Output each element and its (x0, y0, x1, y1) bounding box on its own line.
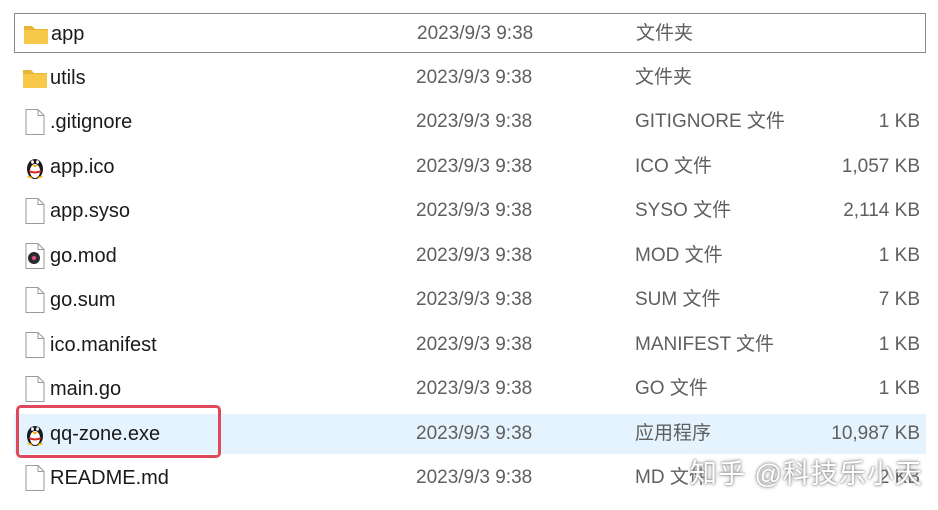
file-name: ico.manifest (50, 333, 157, 356)
file-modified-date: 2023/9/3 9:38 (416, 200, 533, 221)
file-name: app (51, 23, 85, 45)
file-type: GITIGNORE 文件 (635, 111, 785, 132)
file-row[interactable]: .gitignore 2023/9/3 9:38 GITIGNORE 文件 1 KB (14, 102, 926, 142)
file-modified-date: 2023/9/3 9:38 (416, 66, 533, 88)
file-row[interactable]: go.sum 2023/9/3 9:38 SUM 文件 7 KB (14, 280, 926, 320)
file-modified-date: 2023/9/3 9:38 (416, 244, 533, 266)
file-modified-date: 2023/9/3 9:38 (416, 333, 533, 355)
file-row[interactable]: app.ico 2023/9/3 9:38 ICO 文件 1,057 KB (14, 147, 926, 187)
file-row[interactable]: app.syso 2023/9/3 9:38 SYSO 文件 2,114 KB (14, 191, 926, 231)
penguin-icon (22, 420, 48, 448)
file-icon (22, 286, 48, 314)
file-row[interactable]: ico.manifest 2023/9/3 9:38 MANIFEST 文件 1 KB (14, 325, 926, 365)
file-type: 应用程序 (635, 422, 712, 444)
file-row[interactable]: go.mod 2023/9/3 9:38 MOD 文件 1 KB (14, 236, 926, 276)
file-name: app.syso (50, 200, 131, 222)
file-name: utils (50, 66, 86, 89)
file-name: app.ico (50, 155, 115, 178)
file-type: MANIFEST 文件 (635, 333, 774, 355)
file-name: README.md (50, 467, 169, 489)
file-type: ICO 文件 (635, 155, 713, 177)
file-size: 1,057 KB (841, 155, 920, 177)
file-size: 1 KB (878, 378, 920, 399)
file-name: go.mod (50, 244, 117, 267)
file-type: SYSO 文件 (635, 200, 732, 221)
file-modified-date: 2023/9/3 9:38 (416, 111, 533, 132)
file-row[interactable]: qq-zone.exe 2023/9/3 9:38 应用程序 10,987 KB (14, 413, 926, 454)
watermark: 知乎 @科技乐小天 (690, 459, 923, 489)
file-row[interactable]: utils 2023/9/3 9:38 文件夹 (14, 58, 926, 98)
file-icon (22, 197, 48, 225)
folder-icon (22, 64, 48, 92)
folder-icon (23, 20, 49, 48)
file-name: qq-zone.exe (50, 422, 161, 445)
file-size: 1 KB (878, 111, 920, 132)
media-file-icon (22, 242, 48, 270)
file-modified-date: 2023/9/3 9:38 (417, 23, 534, 44)
file-icon (22, 331, 48, 359)
file-modified-date: 2023/9/3 9:38 (416, 467, 533, 488)
file-icon (22, 464, 48, 492)
file-modified-date: 2023/9/3 9:38 (416, 155, 533, 177)
file-size: 10,987 KB (831, 422, 920, 444)
file-type: 文件夹 (636, 23, 694, 44)
file-type: SUM 文件 (635, 289, 721, 310)
file-modified-date: 2023/9/3 9:38 (416, 289, 533, 310)
file-modified-date: 2023/9/3 9:38 (416, 422, 533, 444)
file-icon (22, 375, 48, 403)
file-type: GO 文件 (635, 378, 708, 399)
file-icon (22, 108, 48, 136)
file-list: app 2023/9/3 9:38 文件夹 utils 2023/9/3 9:38 文件夹… (0, 0, 938, 510)
penguin-icon (22, 153, 48, 181)
file-row[interactable]: main.go 2023/9/3 9:38 GO 文件 1 KB (14, 369, 926, 409)
file-size: 7 KB (878, 289, 920, 310)
file-size: 2,114 KB (843, 200, 920, 221)
file-size: 1 KB (878, 244, 920, 266)
file-name: .gitignore (50, 111, 133, 133)
file-type: 文件夹 (635, 66, 693, 88)
file-modified-date: 2023/9/3 9:38 (416, 378, 533, 399)
file-name: main.go (50, 378, 122, 400)
file-type: MOD 文件 (635, 244, 723, 266)
file-name: go.sum (50, 289, 116, 311)
file-row[interactable]: app 2023/9/3 9:38 文件夹 (14, 13, 926, 53)
file-size: 1 KB (878, 333, 920, 355)
